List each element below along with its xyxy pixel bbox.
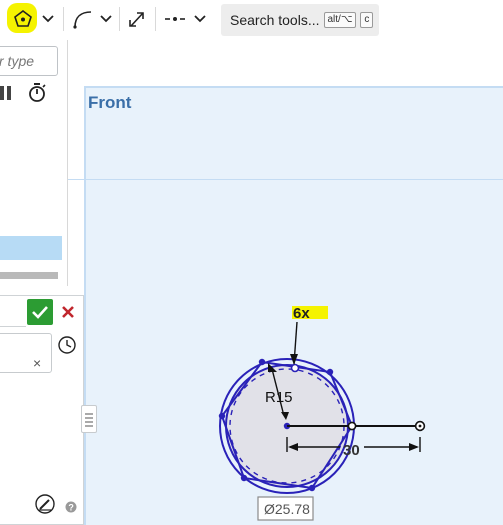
polygon-vertex	[240, 474, 248, 482]
sketch-edit-icon[interactable]	[34, 493, 56, 515]
history-icon[interactable]	[57, 335, 77, 355]
feature-panel: r type	[0, 40, 68, 286]
list-icon	[85, 413, 93, 427]
checkmark-icon	[32, 306, 48, 319]
polygon-vertex	[326, 368, 334, 376]
sketch-dialog: × ?	[0, 295, 84, 525]
diameter-dimension-label[interactable]: Ø25.78	[264, 501, 310, 517]
cancel-button[interactable]	[59, 301, 77, 323]
panel-resize-handle[interactable]	[81, 405, 97, 433]
help-icon[interactable]: ?	[65, 501, 77, 513]
pause-icon	[0, 86, 4, 100]
dimension-arrow	[409, 443, 419, 451]
sketch-selection-field[interactable]	[0, 333, 52, 373]
line-midpoint[interactable]	[347, 421, 357, 431]
edge-midpoint[interactable]	[290, 363, 300, 373]
panel-scrollbar[interactable]	[0, 272, 58, 279]
polygon-vertex	[258, 358, 266, 366]
accept-button[interactable]	[27, 299, 53, 325]
polygon-vertex	[218, 412, 226, 420]
polygon-vertex	[308, 484, 316, 492]
filter-input[interactable]: r type	[0, 46, 58, 76]
clear-selection-button[interactable]: ×	[33, 355, 41, 371]
close-icon	[62, 306, 74, 318]
length-dimension-label[interactable]: 30	[343, 442, 360, 459]
pause-button[interactable]	[0, 85, 14, 101]
svg-text:?: ?	[68, 502, 74, 512]
radius-dimension-label[interactable]: R15	[265, 389, 293, 406]
pattern-count-label[interactable]: 6x	[293, 305, 310, 322]
timer-icon[interactable]	[27, 82, 47, 104]
selected-feature-row[interactable]	[0, 236, 62, 260]
dialog-title-field[interactable]	[0, 326, 26, 327]
line-endpoint-dot	[418, 424, 422, 428]
